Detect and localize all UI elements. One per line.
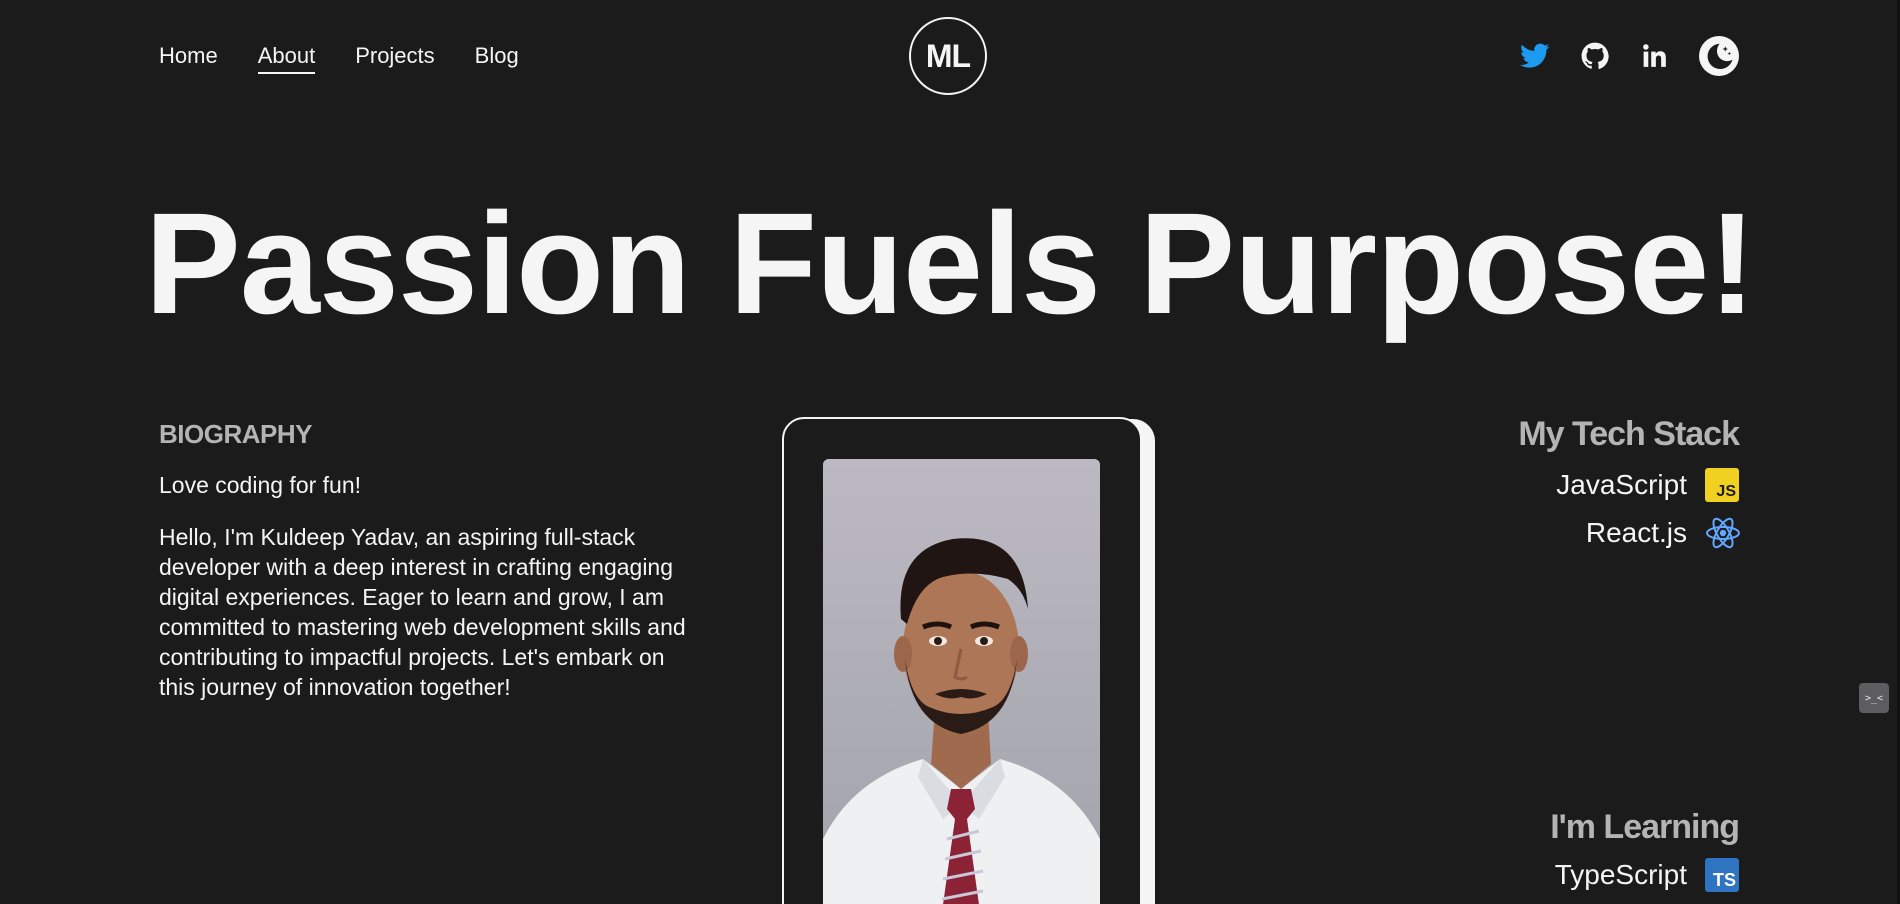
tech-item-react: React.js — [1585, 516, 1740, 550]
hero-title: Passion Fuels Purpose! — [144, 183, 1756, 344]
tech-item-javascript: JavaScript JS — [1556, 468, 1739, 502]
tech-label-typescript: TypeScript — [1554, 859, 1687, 890]
learning-heading: I'm Learning — [1550, 808, 1740, 846]
biography-heading: BIOGRAPHY — [159, 419, 312, 449]
javascript-badge-text: JS — [1716, 483, 1736, 500]
dev-tools-icon: >_< — [1864, 692, 1884, 704]
twitter-icon[interactable] — [1519, 40, 1551, 72]
typescript-icon: TS — [1705, 858, 1739, 892]
github-icon[interactable] — [1579, 40, 1611, 72]
react-icon — [1705, 516, 1740, 550]
moon-icon — [1707, 43, 1733, 69]
nav-blog-link[interactable]: Blog — [475, 40, 519, 72]
tech-label-react: React.js — [1585, 517, 1687, 548]
biography-text: Hello, I'm Kuldeep Yadav, an aspiring fu… — [159, 524, 686, 700]
nav-projects-link[interactable]: Projects — [355, 40, 434, 72]
main-nav: Home About Projects Blog — [159, 40, 559, 74]
tech-item-typescript: TypeScript TS — [1555, 858, 1739, 892]
dev-tools-button[interactable]: >_< — [1859, 683, 1889, 713]
theme-toggle-button[interactable] — [1699, 36, 1739, 76]
social-links — [1491, 36, 1739, 76]
site-logo[interactable]: ML — [909, 17, 987, 95]
nav-about-link[interactable]: About — [257, 40, 315, 74]
linkedin-icon[interactable] — [1639, 40, 1671, 72]
biography-tagline: Love coding for fun! — [159, 472, 362, 498]
tech-label-javascript: JavaScript — [1556, 469, 1687, 500]
profile-photo — [823, 459, 1100, 904]
page: Home About Projects Blog ML Passion Fuel… — [0, 0, 1900, 904]
javascript-icon: JS — [1705, 468, 1739, 502]
nav-home-link[interactable]: Home — [159, 40, 218, 72]
typescript-badge-text: TS — [1712, 870, 1736, 890]
person-portrait — [823, 459, 1100, 904]
tech-stack-heading: My Tech Stack — [1518, 415, 1740, 453]
